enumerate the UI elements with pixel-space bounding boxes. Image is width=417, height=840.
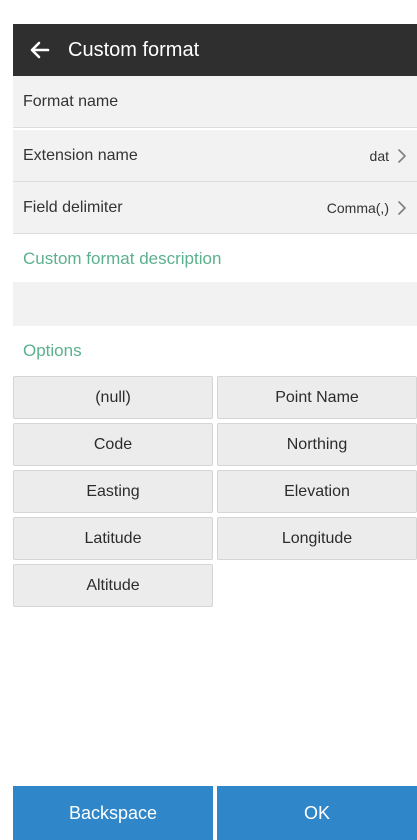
field-delimiter-value: Comma(,) xyxy=(326,199,389,216)
option-longitude[interactable]: Longitude xyxy=(217,517,417,560)
back-button[interactable] xyxy=(22,32,58,68)
field-delimiter-label: Field delimiter xyxy=(23,198,123,216)
chevron-right-icon xyxy=(397,200,407,215)
option-altitude[interactable]: Altitude xyxy=(13,564,213,607)
option-point-name[interactable]: Point Name xyxy=(217,376,417,419)
option-northing[interactable]: Northing xyxy=(217,423,417,466)
backspace-button[interactable]: Backspace xyxy=(13,786,213,840)
option-null[interactable]: (null) xyxy=(13,376,213,419)
field-delimiter-row[interactable]: Field delimiter Comma(,) xyxy=(13,182,417,234)
extension-name-row[interactable]: Extension name dat xyxy=(13,130,417,182)
custom-format-description-field[interactable] xyxy=(13,282,417,326)
extension-name-value: dat xyxy=(369,147,389,164)
option-code[interactable]: Code xyxy=(13,423,213,466)
format-name-row[interactable]: Format name xyxy=(13,76,417,128)
page-title: Custom format xyxy=(68,38,200,61)
chevron-right-icon xyxy=(397,148,407,163)
extension-name-label: Extension name xyxy=(23,146,138,164)
custom-format-description-title: Custom format description xyxy=(23,249,222,268)
arrow-left-icon xyxy=(30,41,50,59)
top-app-bar: Custom format xyxy=(13,24,417,76)
options-title: Options xyxy=(23,341,82,360)
option-elevation[interactable]: Elevation xyxy=(217,470,417,513)
bottom-button-bar: Backspace OK xyxy=(13,786,417,840)
custom-format-screen: Custom format Format name Extension name… xyxy=(13,4,417,840)
option-easting[interactable]: Easting xyxy=(13,470,213,513)
option-latitude[interactable]: Latitude xyxy=(13,517,213,560)
ok-button[interactable]: OK xyxy=(217,786,417,840)
format-name-label: Format name xyxy=(23,92,119,110)
